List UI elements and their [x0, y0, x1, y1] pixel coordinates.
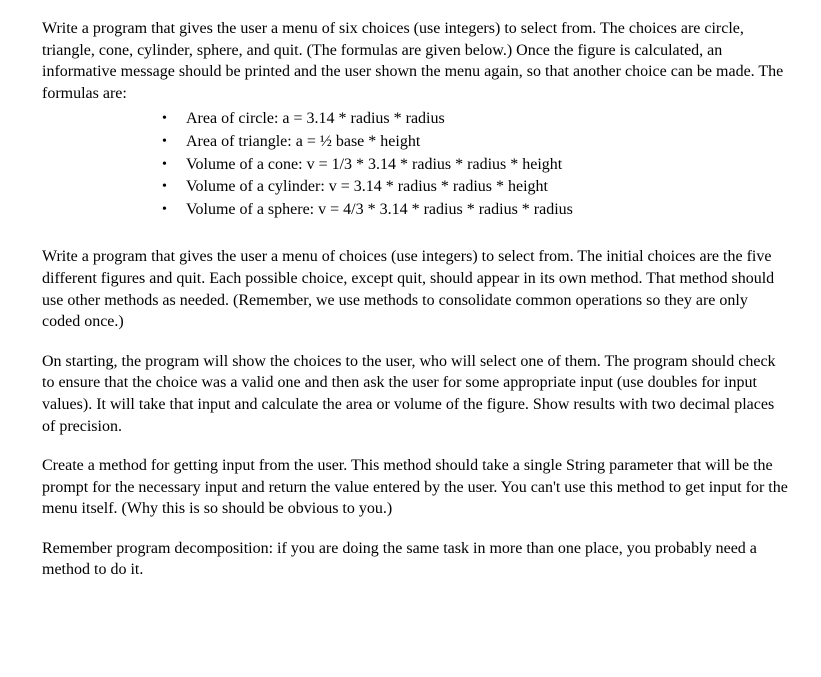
- formula-item: • Area of circle: a = 3.14 * radius * ra…: [162, 108, 789, 130]
- formula-item: • Volume of a cylinder: v = 3.14 * radiu…: [162, 176, 789, 198]
- paragraph-input-method: Create a method for getting input from t…: [42, 455, 789, 520]
- intro-paragraph: Write a program that gives the user a me…: [42, 18, 789, 104]
- bullet-icon: •: [162, 131, 186, 152]
- paragraph-methods: Write a program that gives the user a me…: [42, 246, 789, 332]
- bullet-icon: •: [162, 199, 186, 220]
- formula-text: Volume of a cylinder: v = 3.14 * radius …: [186, 176, 789, 198]
- formula-text: Area of circle: a = 3.14 * radius * radi…: [186, 108, 789, 130]
- bullet-icon: •: [162, 108, 186, 129]
- formula-text: Area of triangle: a = ½ base * height: [186, 131, 789, 153]
- paragraph-decomposition: Remember program decomposition: if you a…: [42, 538, 789, 581]
- formula-item: • Volume of a cone: v = 1/3 * 3.14 * rad…: [162, 154, 789, 176]
- formula-list: • Area of circle: a = 3.14 * radius * ra…: [42, 108, 789, 220]
- formula-item: • Area of triangle: a = ½ base * height: [162, 131, 789, 153]
- formula-text: Volume of a cone: v = 1/3 * 3.14 * radiu…: [186, 154, 789, 176]
- bullet-icon: •: [162, 154, 186, 175]
- formula-text: Volume of a sphere: v = 4/3 * 3.14 * rad…: [186, 199, 789, 221]
- formula-item: • Volume of a sphere: v = 4/3 * 3.14 * r…: [162, 199, 789, 221]
- paragraph-start: On starting, the program will show the c…: [42, 351, 789, 437]
- bullet-icon: •: [162, 176, 186, 197]
